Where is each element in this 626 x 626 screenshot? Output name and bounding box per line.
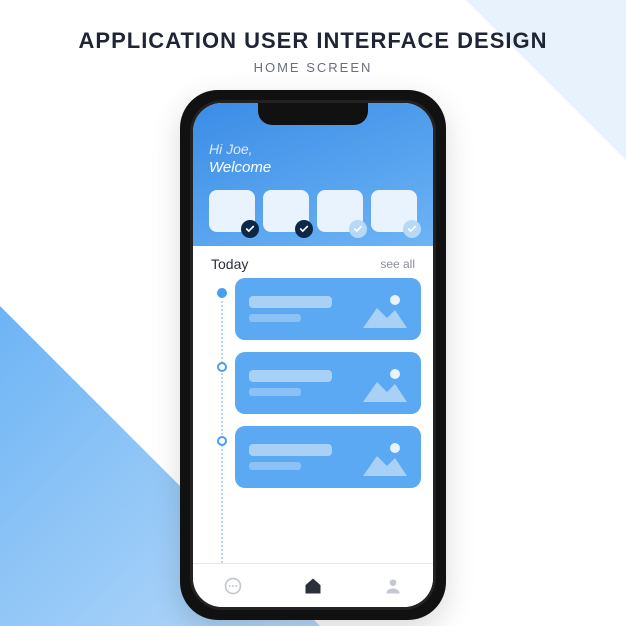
quick-tile[interactable]: [263, 190, 309, 232]
phone-screen: Hi Joe, Welcome: [193, 103, 433, 607]
timeline-item: [217, 426, 421, 488]
checkmark-icon: [241, 220, 259, 238]
greeting-welcome: Welcome: [209, 159, 417, 176]
quick-tile[interactable]: [209, 190, 255, 232]
bottom-nav: [193, 563, 433, 607]
timeline-card[interactable]: [235, 352, 421, 414]
image-placeholder-icon: [363, 290, 407, 328]
nav-chat-button[interactable]: [213, 566, 253, 606]
page-heading: APPLICATION USER INTERFACE DESIGN HOME S…: [0, 28, 626, 75]
page-title: APPLICATION USER INTERFACE DESIGN: [0, 28, 626, 54]
chat-icon: [223, 576, 243, 596]
phone-notch: [258, 103, 368, 125]
timeline-item: [217, 278, 421, 340]
placeholder-line: [249, 296, 332, 308]
checkmark-icon: [403, 220, 421, 238]
section-header: Today see all: [193, 246, 433, 278]
timeline-dot-icon: [217, 362, 227, 372]
placeholder-line: [249, 444, 332, 456]
timeline-card[interactable]: [235, 278, 421, 340]
checkmark-icon: [295, 220, 313, 238]
image-placeholder-icon: [363, 438, 407, 476]
card-text-placeholder: [249, 444, 353, 470]
card-text-placeholder: [249, 296, 353, 322]
page-subtitle: HOME SCREEN: [0, 60, 626, 75]
phone-bezel: Hi Joe, Welcome: [190, 100, 436, 610]
nav-profile-button[interactable]: [373, 566, 413, 606]
timeline: [193, 278, 433, 563]
placeholder-line: [249, 462, 301, 470]
home-icon: [303, 576, 323, 596]
section-title: Today: [211, 256, 248, 272]
timeline-item: [217, 352, 421, 414]
placeholder-line: [249, 370, 332, 382]
timeline-dot-icon: [217, 436, 227, 446]
checkmark-icon: [349, 220, 367, 238]
card-text-placeholder: [249, 370, 353, 396]
background-triangle-top: [466, 0, 626, 160]
greeting-name: Hi Joe,: [209, 141, 417, 157]
placeholder-line: [249, 388, 301, 396]
timeline-dot-icon: [217, 288, 227, 298]
timeline-card[interactable]: [235, 426, 421, 488]
see-all-link[interactable]: see all: [380, 257, 415, 271]
placeholder-line: [249, 314, 301, 322]
phone-frame: Hi Joe, Welcome: [180, 90, 446, 620]
profile-icon: [383, 576, 403, 596]
image-placeholder-icon: [363, 364, 407, 402]
quick-tiles-row: [209, 190, 417, 232]
nav-home-button[interactable]: [293, 566, 333, 606]
quick-tile[interactable]: [317, 190, 363, 232]
quick-tile[interactable]: [371, 190, 417, 232]
